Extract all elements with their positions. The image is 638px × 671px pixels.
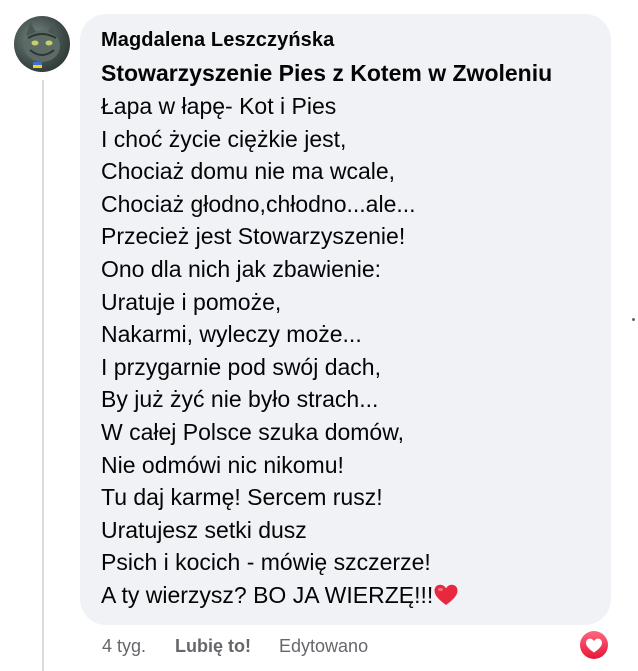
- avatar[interactable]: [14, 16, 70, 72]
- comment-time[interactable]: 4 tyg.: [102, 636, 146, 657]
- like-button[interactable]: Lubię to!: [175, 636, 251, 657]
- poem-line: By już żyć nie było strach...: [101, 386, 379, 413]
- poem-line: Chociaż domu nie ma wcale,: [101, 158, 396, 185]
- poem-line: I przygarnie pod swój dach,: [101, 353, 381, 380]
- comment-body: Łapa w łapę- Kot i Pies I choć życie cię…: [101, 90, 591, 612]
- thread-line: [42, 80, 44, 671]
- comment-author[interactable]: Magdalena Leszczyńska: [101, 27, 591, 53]
- poem-line: Przecież jest Stowarzyszenie!: [101, 223, 406, 250]
- poem-line: Chociaż głodno,chłodno...ale...: [101, 190, 416, 217]
- love-reaction-icon[interactable]: [578, 629, 610, 661]
- poem-line: Nie odmówi nic nikomu!: [101, 451, 344, 478]
- comment-bubble: Magdalena Leszczyńska Stowarzyszenie Pie…: [80, 14, 611, 625]
- poem-line: Uratujesz setki dusz: [101, 516, 307, 543]
- comment-actions: 4 tyg. Lubię to! Edytowano: [102, 636, 368, 657]
- comment-thread: Magdalena Leszczyńska Stowarzyszenie Pie…: [0, 0, 638, 671]
- poem-line: I choć życie ciężkie jest,: [101, 125, 347, 152]
- poem-line: Tu daj karmę! Sercem rusz!: [101, 484, 383, 511]
- poem-line: W całej Polsce szuka domów,: [101, 418, 404, 445]
- poem-line: Uratuje i pomoże,: [101, 288, 282, 315]
- poem-line-last: A ty wierzysz? BO JA WIERZĘ!!!: [101, 579, 591, 612]
- red-heart-icon: [434, 582, 458, 605]
- side-dot: [632, 318, 635, 321]
- poem-line: Nakarmi, wyleczy może...: [101, 321, 362, 348]
- poem-line: Ono dla nich jak zbawienie:: [101, 255, 381, 282]
- poem-line: Łapa w łapę- Kot i Pies: [101, 93, 337, 119]
- comment-mention[interactable]: Stowarzyszenie Pies z Kotem w Zwoleniu: [101, 57, 591, 89]
- edited-label[interactable]: Edytowano: [279, 636, 368, 657]
- poem-line: Psich i kocich - mówię szczerze!: [101, 549, 431, 576]
- poem-line-text: A ty wierzysz? BO JA WIERZĘ!!!: [101, 581, 434, 608]
